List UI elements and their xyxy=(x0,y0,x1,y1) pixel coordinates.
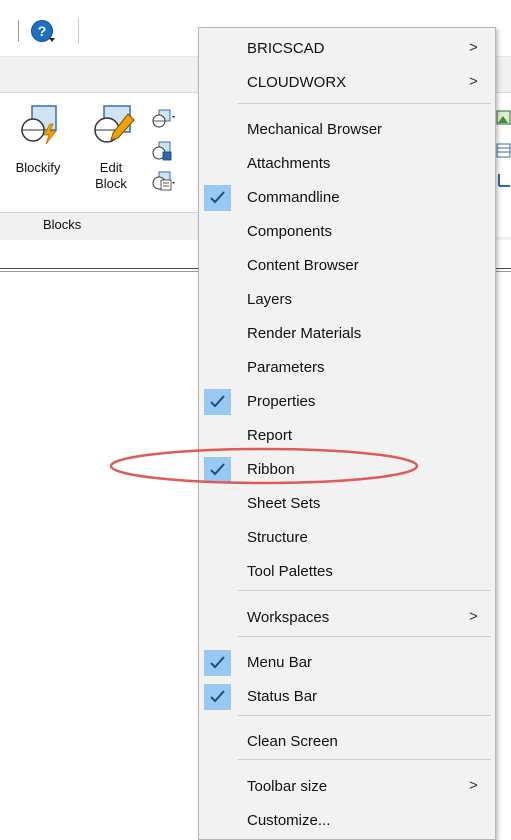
menu-item-label: Tool Palettes xyxy=(247,563,333,580)
menu-item-clean-screen[interactable]: Clean Screen xyxy=(199,726,495,758)
menu-item-label: Layers xyxy=(247,291,293,308)
menu-item-label: Mechanical Browser xyxy=(247,121,383,138)
menu-item-attachments[interactable]: Attachments xyxy=(199,148,495,180)
menu-item-label: Report xyxy=(247,427,293,444)
menu-item-sheet-sets[interactable]: Sheet Sets xyxy=(199,488,495,520)
submenu-arrow-icon: > xyxy=(469,39,478,56)
menu-item-label: Structure xyxy=(247,529,308,546)
menu-item-label: Components xyxy=(247,223,333,240)
menu-item-parameters[interactable]: Parameters xyxy=(199,352,495,384)
menu-item-mechanical-browser[interactable]: Mechanical Browser xyxy=(199,114,495,146)
insert-block-icon[interactable] xyxy=(152,108,176,130)
checkmark-icon xyxy=(204,650,231,676)
menu-item-label: Toolbar size xyxy=(247,778,328,795)
menu-separator xyxy=(238,103,491,104)
checkmark-icon xyxy=(204,684,231,710)
image-icon[interactable] xyxy=(496,110,511,126)
menu-item-content-browser[interactable]: Content Browser xyxy=(199,250,495,282)
menu-item-commandline[interactable]: Commandline xyxy=(199,182,495,214)
menu-item-label: Sheet Sets xyxy=(247,495,321,512)
menu-item-toolbar-size[interactable]: Toolbar size > xyxy=(199,771,495,803)
checkmark-icon xyxy=(204,457,231,483)
menu-separator xyxy=(238,590,491,591)
menu-separator xyxy=(238,759,491,760)
menu-item-label: Attachments xyxy=(247,155,331,172)
menu-item-label: Ribbon xyxy=(247,461,295,478)
menu-item-structure[interactable]: Structure xyxy=(199,522,495,554)
menu-item-label: Properties xyxy=(247,393,316,410)
menu-item-label: Content Browser xyxy=(247,257,359,274)
menu-item-cloudworx[interactable]: CLOUDWORX > xyxy=(199,67,495,99)
menu-item-label: Parameters xyxy=(247,359,325,376)
menu-item-label: Customize... xyxy=(247,812,331,829)
menu-item-label: Status Bar xyxy=(247,688,318,705)
menu-item-status-bar[interactable]: Status Bar xyxy=(199,681,495,713)
dropdown-caret-icon xyxy=(49,38,55,42)
menu-separator xyxy=(238,715,491,716)
submenu-arrow-icon: > xyxy=(469,73,478,90)
menu-item-customize[interactable]: Customize... xyxy=(199,805,495,837)
submenu-arrow-icon: > xyxy=(469,608,478,625)
table-icon[interactable] xyxy=(496,143,511,159)
blocks-panel-title-bar: Blocks xyxy=(0,212,205,237)
edit-block-icon xyxy=(94,105,135,143)
context-menu: BRICSCAD > CLOUDWORX > Mechanical Browser Att… xyxy=(198,27,496,840)
edit-block-label-line1: Edit xyxy=(99,160,123,175)
blocks-panel-title: Blocks xyxy=(43,217,82,232)
blockify-button[interactable]: Blockify xyxy=(8,104,68,184)
menu-item-label: BRICSCAD xyxy=(247,40,325,57)
menu-item-render-materials[interactable]: Render Materials xyxy=(199,318,495,350)
blockify-label: Blockify xyxy=(15,160,61,175)
toolbar-separator xyxy=(78,18,79,44)
edit-block-button[interactable]: Edit Block xyxy=(80,104,142,191)
menu-item-layers[interactable]: Layers xyxy=(199,284,495,316)
edit-block-label-line2: Block xyxy=(95,176,127,191)
blockify-icon xyxy=(21,105,57,145)
menu-item-label: Render Materials xyxy=(247,325,362,342)
menu-separator xyxy=(238,636,491,637)
toolbar-separator xyxy=(18,20,19,42)
menu-item-bricscad[interactable]: BRICSCAD > xyxy=(199,33,495,65)
menu-item-label: Clean Screen xyxy=(247,733,338,750)
menu-item-ribbon[interactable]: Ribbon xyxy=(199,454,495,486)
save-block-icon[interactable] xyxy=(152,140,176,162)
menu-item-label: Commandline xyxy=(247,189,340,206)
block-attributes-icon[interactable] xyxy=(152,170,176,192)
menu-item-components[interactable]: Components xyxy=(199,216,495,248)
menu-item-label: Menu Bar xyxy=(247,654,313,671)
menu-item-menu-bar[interactable]: Menu Bar xyxy=(199,647,495,679)
checkmark-icon xyxy=(204,185,231,211)
checkmark-icon xyxy=(204,389,231,415)
menu-item-label: CLOUDWORX xyxy=(247,74,347,91)
menu-item-tool-palettes[interactable]: Tool Palettes xyxy=(199,556,495,588)
help-question-icon[interactable]: ? xyxy=(31,20,55,42)
submenu-arrow-icon: > xyxy=(469,777,478,794)
menu-item-workspaces[interactable]: Workspaces > xyxy=(199,602,495,634)
menu-item-label: Workspaces xyxy=(247,609,330,626)
coordinate-icon[interactable] xyxy=(496,172,511,188)
menu-item-report[interactable]: Report xyxy=(199,420,495,452)
menu-item-properties[interactable]: Properties xyxy=(199,386,495,418)
